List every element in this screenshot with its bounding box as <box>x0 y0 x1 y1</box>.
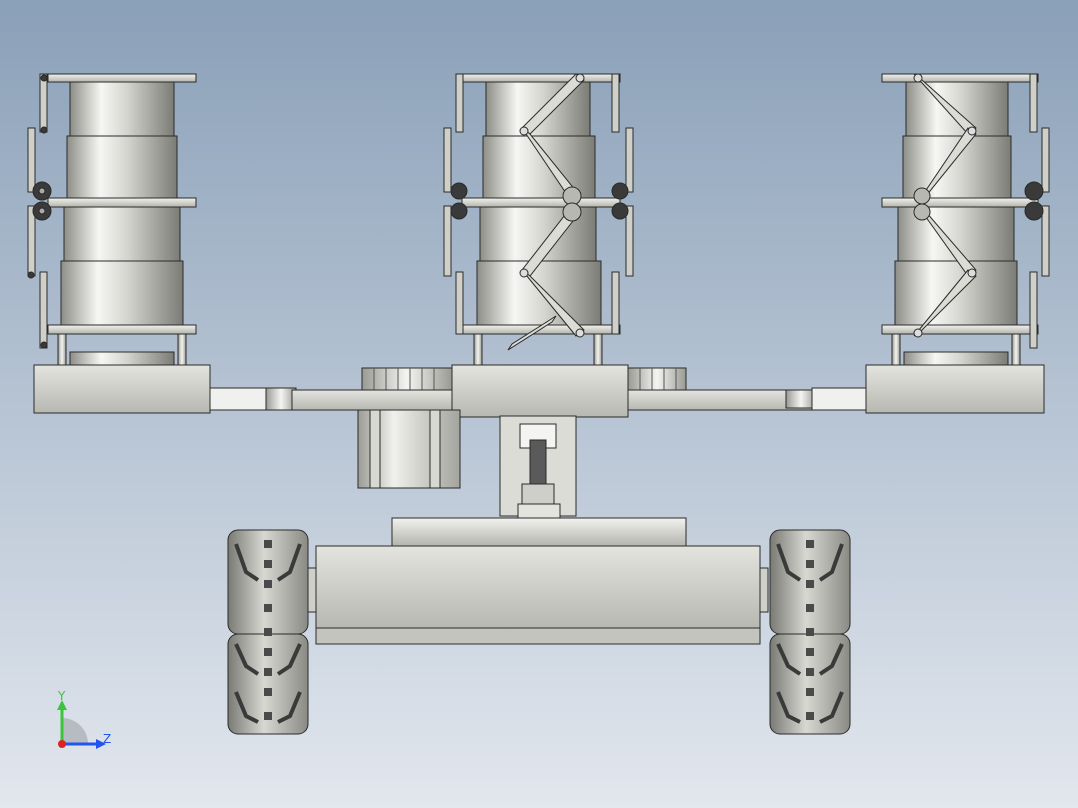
right-track-wheels[interactable] <box>769 529 851 735</box>
y-axis-label: Y <box>57 689 66 703</box>
cad-viewport[interactable]: Y Z <box>0 0 1078 808</box>
z-axis-label: Z <box>103 732 111 746</box>
cad-scene: Y Z <box>0 0 1078 808</box>
left-track-wheels[interactable] <box>227 529 309 735</box>
triad-origin <box>58 740 66 748</box>
